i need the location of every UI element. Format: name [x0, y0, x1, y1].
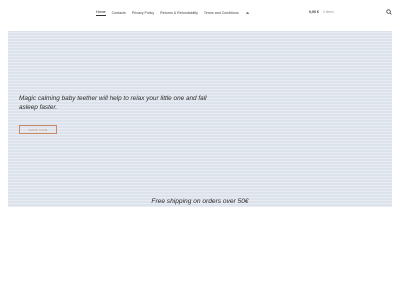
nav-returns-refundability[interactable]: Returns & Refundability: [160, 11, 198, 16]
flag-icon[interactable]: ⚑: [246, 11, 250, 16]
nav-home[interactable]: Home: [96, 10, 106, 16]
hero-banner: Magic calming baby teether will help to …: [8, 31, 392, 207]
nav-privacy-policy[interactable]: Privacy Policy: [132, 11, 154, 16]
cart-summary[interactable]: 0,00 € 0 items: [309, 10, 334, 14]
top-navigation-bar: Home Contacts Privacy Policy Returns & R…: [0, 0, 400, 26]
main-nav: Home Contacts Privacy Policy Returns & R…: [96, 10, 249, 16]
nav-terms-conditions[interactable]: Terms and Conditions: [204, 11, 239, 16]
cart-item-count: 0 items: [323, 10, 334, 14]
nav-contacts[interactable]: Contacts: [112, 11, 126, 16]
hero-text: Magic calming baby teether will help to …: [19, 95, 207, 111]
search-icon[interactable]: [386, 9, 392, 15]
free-shipping-text: Free shipping on orders over 50€: [151, 198, 249, 205]
shop-now-button[interactable]: SHOP NOW: [19, 125, 57, 134]
cart-total: 0,00 €: [309, 10, 319, 14]
